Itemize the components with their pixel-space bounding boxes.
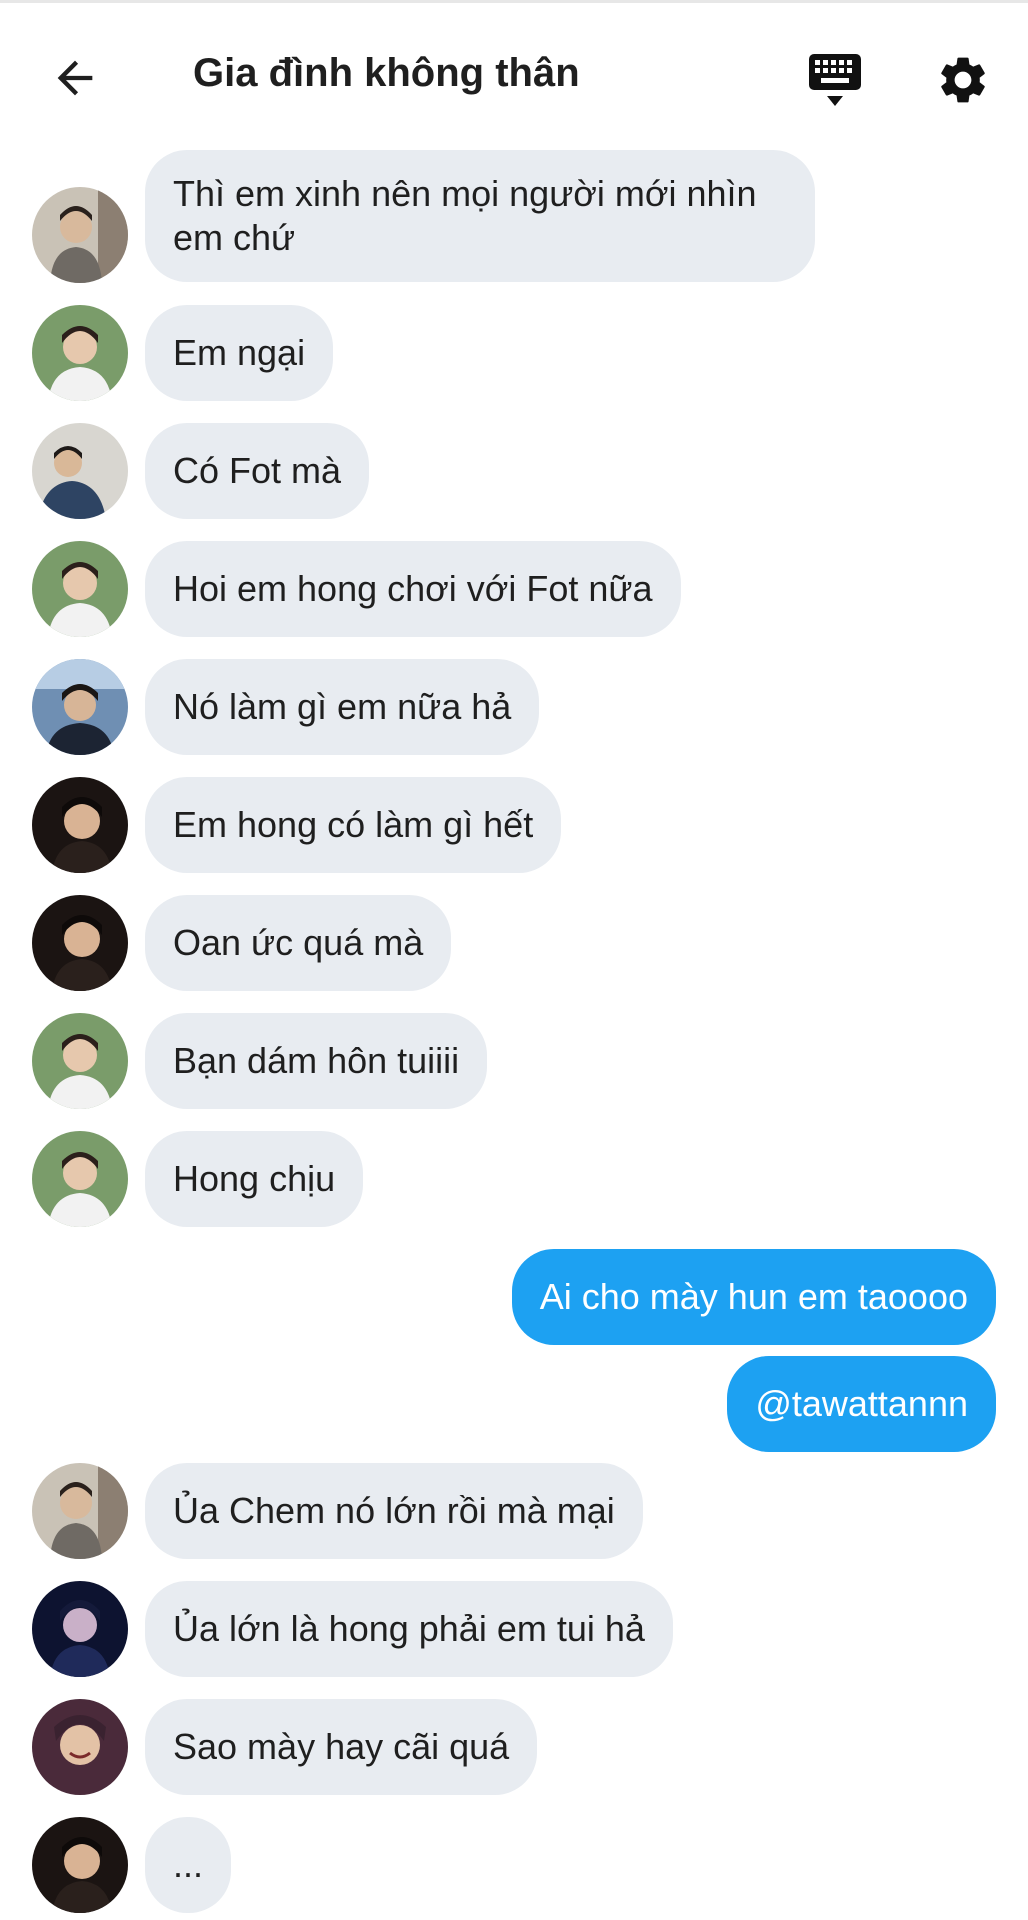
avatar[interactable] <box>32 1463 128 1559</box>
message-bubble[interactable]: ... <box>145 1817 232 1913</box>
avatar[interactable] <box>32 423 128 519</box>
message-bubble[interactable]: Sao mày hay cãi quá <box>145 1699 538 1795</box>
avatar[interactable] <box>32 659 128 755</box>
conversation-title: Gia đình không thân <box>193 51 580 95</box>
message-bubble[interactable]: Em ngại <box>145 305 334 401</box>
gear-icon <box>935 52 991 113</box>
message-bubble[interactable]: Nó làm gì em nữa hả <box>145 659 540 755</box>
message-bubble[interactable]: Ủa lớn là hong phải em tui hả <box>145 1581 673 1677</box>
avatar[interactable] <box>32 1013 128 1109</box>
message-bubble[interactable]: Bạn dám hôn tuiiii <box>145 1013 488 1109</box>
keyboard-icon <box>805 50 865 115</box>
avatar[interactable] <box>32 541 128 637</box>
avatar[interactable] <box>32 777 128 873</box>
message-bubble[interactable]: Thì em xinh nên mọi người mới nhìn em ch… <box>145 150 815 282</box>
message-bubble[interactable]: Em hong có làm gì hết <box>145 777 562 873</box>
chat-header: Gia đình không thân <box>0 3 1028 143</box>
avatar[interactable] <box>32 1817 128 1913</box>
back-button[interactable] <box>40 45 110 115</box>
message-bubble[interactable]: Oan ức quá mà <box>145 895 452 991</box>
avatar[interactable] <box>32 1581 128 1677</box>
message-bubble[interactable]: Ủa Chem nó lớn rồi mà mại <box>145 1463 643 1559</box>
avatar[interactable] <box>32 1131 128 1227</box>
message-bubble[interactable]: Hoi em hong chơi với Fot nữa <box>145 541 681 637</box>
message-bubble-outgoing[interactable]: Ai cho mày hun em taoooo <box>511 1249 996 1345</box>
avatar[interactable] <box>32 305 128 401</box>
message-bubble-outgoing[interactable]: @tawattannn <box>727 1356 996 1452</box>
message-bubble[interactable]: Hong chịu <box>145 1131 364 1227</box>
settings-button[interactable] <box>928 47 998 117</box>
keyboard-toggle-button[interactable] <box>800 47 870 117</box>
arrow-left-icon <box>49 52 101 109</box>
avatar[interactable] <box>32 187 128 283</box>
avatar[interactable] <box>32 1699 128 1795</box>
avatar[interactable] <box>32 895 128 991</box>
message-bubble[interactable]: Có Fot mà <box>145 423 370 519</box>
chat-screen: Gia đình không thân Thì em xinh nên mọi … <box>0 0 1028 1920</box>
